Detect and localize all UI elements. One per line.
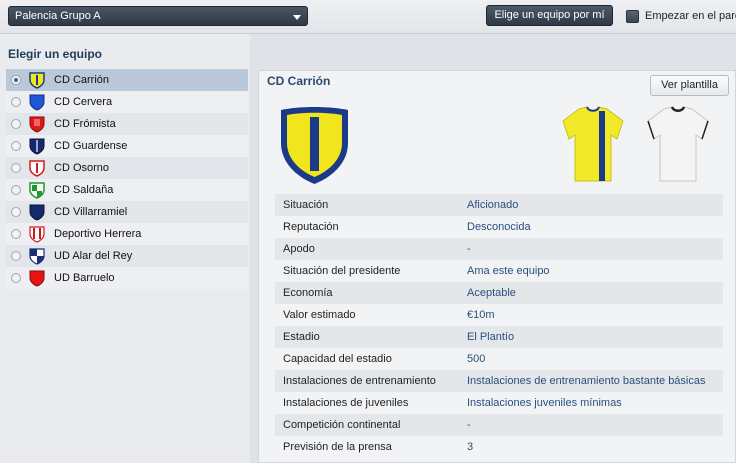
team-list-item[interactable]: CD Guardense <box>6 135 248 157</box>
team-name: CD Saldaña <box>54 184 114 196</box>
info-value: Ama este equipo <box>467 265 550 277</box>
pick-team-for-me-button[interactable]: Elige un equipo por mí <box>486 5 613 26</box>
info-row: Estadio El Plantío <box>275 326 723 348</box>
info-row: Economía Aceptable <box>275 282 723 304</box>
info-key: Estadio <box>283 331 320 343</box>
info-row: Competición continental - <box>275 414 723 436</box>
team-name: UD Alar del Rey <box>54 250 133 262</box>
info-value: €10m <box>467 309 495 321</box>
team-name: CD Frómista <box>54 118 116 130</box>
view-squad-button[interactable]: Ver plantilla <box>650 75 729 96</box>
team-list: CD Carrión CD Cervera CD Frómista CD Gua… <box>6 69 248 289</box>
info-key: Competición continental <box>283 419 401 431</box>
start-unemployed-label: Empezar en el paro <box>645 10 736 22</box>
team-crest-icon <box>281 107 348 184</box>
team-crest-icon <box>29 94 45 111</box>
team-name: CD Cervera <box>54 96 113 108</box>
team-crest-icon <box>29 270 45 287</box>
info-row: Capacidad del estadio 500 <box>275 348 723 370</box>
team-crest-icon <box>29 72 45 89</box>
team-name: CD Guardense <box>54 140 128 152</box>
info-value: Aficionado <box>467 199 519 211</box>
team-name: CD Carrión <box>54 74 110 86</box>
away-kit-icon <box>647 106 709 182</box>
team-list-item[interactable]: UD Barruelo <box>6 267 248 289</box>
team-crest-icon <box>29 248 45 265</box>
start-unemployed-checkbox[interactable] <box>626 10 639 23</box>
team-radio[interactable] <box>11 229 21 239</box>
info-value: Instalaciones juveniles mínimas <box>467 397 622 409</box>
info-key: Situación del presidente <box>283 265 401 277</box>
team-list-item[interactable]: CD Frómista <box>6 113 248 135</box>
team-info-table: Situación Aficionado Reputación Desconoc… <box>275 194 723 458</box>
team-list-item[interactable]: CD Villarramiel <box>6 201 248 223</box>
team-crest-icon <box>29 204 45 221</box>
info-key: Valor estimado <box>283 309 356 321</box>
division-dropdown[interactable]: Palencia Grupo A <box>8 6 308 26</box>
info-row: Apodo - <box>275 238 723 260</box>
info-key: Reputación <box>283 221 339 233</box>
team-list-item[interactable]: CD Osorno <box>6 157 248 179</box>
team-radio[interactable] <box>11 207 21 217</box>
team-radio[interactable] <box>11 251 21 261</box>
info-value: Instalaciones de entrenamiento bastante … <box>467 375 706 387</box>
team-crest-icon <box>29 138 45 155</box>
division-dropdown-value: Palencia Grupo A <box>15 10 101 22</box>
info-key: Previsión de la prensa <box>283 441 392 453</box>
team-name: Deportivo Herrera <box>54 228 142 240</box>
team-radio[interactable] <box>11 119 21 129</box>
info-row: Previsión de la prensa 3 <box>275 436 723 458</box>
home-kit-icon <box>562 106 624 182</box>
info-key: Capacidad del estadio <box>283 353 392 365</box>
team-radio[interactable] <box>11 75 21 85</box>
team-detail-panel: CD Carrión Ver plantilla Situación Afici… <box>258 70 736 463</box>
info-value: 3 <box>467 441 474 453</box>
info-row: Instalaciones de entrenamiento Instalaci… <box>275 370 723 392</box>
info-key: Economía <box>283 287 333 299</box>
info-value: Desconocida <box>467 221 531 233</box>
section-title: Elegir un equipo <box>8 47 103 61</box>
info-value: El Plantío <box>467 331 515 343</box>
info-value: Aceptable <box>467 287 516 299</box>
team-list-item[interactable]: CD Saldaña <box>6 179 248 201</box>
info-key: Instalaciones de entrenamiento <box>283 375 436 387</box>
team-radio[interactable] <box>11 141 21 151</box>
team-list-item[interactable]: Deportivo Herrera <box>6 223 248 245</box>
info-row: Situación del presidente Ama este equipo <box>275 260 723 282</box>
team-detail-title: CD Carrión <box>267 74 331 88</box>
team-radio[interactable] <box>11 97 21 107</box>
team-crest-icon <box>29 226 45 243</box>
team-crest-icon <box>29 182 45 199</box>
team-radio[interactable] <box>11 163 21 173</box>
chevron-down-icon <box>293 15 301 20</box>
info-key: Situación <box>283 199 329 211</box>
info-key: Apodo <box>283 243 315 255</box>
team-list-item[interactable]: UD Alar del Rey <box>6 245 248 267</box>
team-radio[interactable] <box>11 273 21 283</box>
info-row: Instalaciones de juveniles Instalaciones… <box>275 392 723 414</box>
team-crest-icon <box>29 160 45 177</box>
info-value: - <box>467 243 471 255</box>
info-value: - <box>467 419 471 431</box>
team-name: CD Osorno <box>54 162 110 174</box>
team-radio[interactable] <box>11 185 21 195</box>
info-row: Valor estimado €10m <box>275 304 723 326</box>
top-bar: Palencia Grupo A Elige un equipo por mí … <box>0 0 736 34</box>
info-key: Instalaciones de juveniles <box>283 397 409 409</box>
info-value: 500 <box>467 353 486 365</box>
team-list-item[interactable]: CD Cervera <box>6 91 248 113</box>
team-crest-icon <box>29 116 45 133</box>
team-list-item[interactable]: CD Carrión <box>6 69 248 91</box>
info-row: Situación Aficionado <box>275 194 723 216</box>
team-name: UD Barruelo <box>54 272 115 284</box>
info-row: Reputación Desconocida <box>275 216 723 238</box>
team-name: CD Villarramiel <box>54 206 128 218</box>
